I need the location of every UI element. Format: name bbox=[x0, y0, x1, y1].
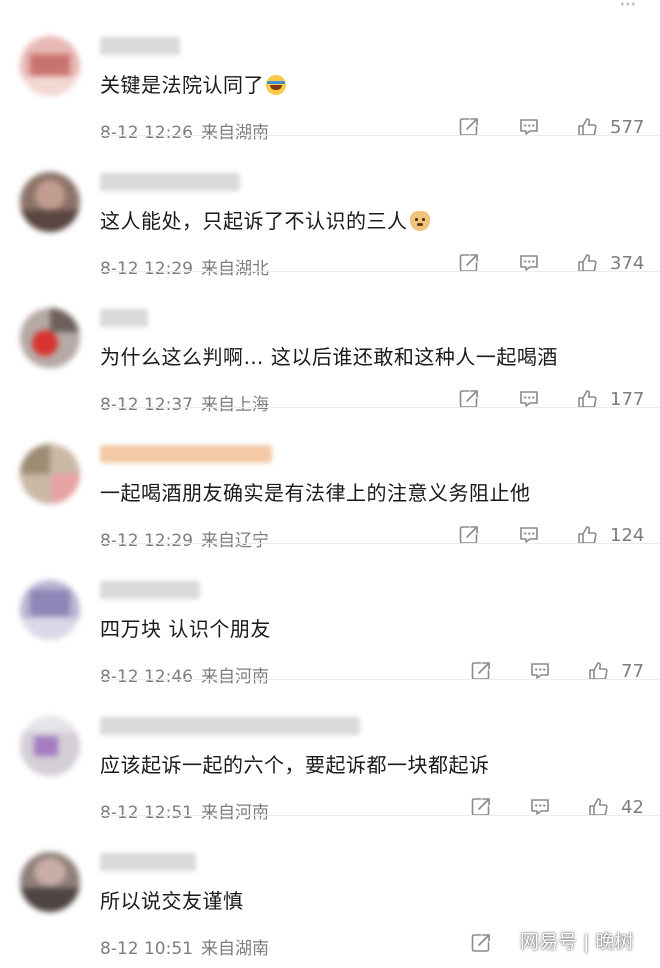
laugh-cry-emoji bbox=[266, 75, 286, 95]
comment-item: 关键是法院认同了 8-12 12:26 来自湖南 577 bbox=[0, 0, 660, 143]
avatar[interactable] bbox=[20, 172, 80, 232]
comment-item: 这人能处，只起诉了不认识的三人 8-12 12:29 来自湖北 374 bbox=[0, 136, 660, 279]
username[interactable] bbox=[100, 581, 200, 599]
comment-meta: 8-12 10:51 来自湖南 bbox=[100, 934, 269, 959]
comment-time: 8-12 10:51 bbox=[100, 939, 193, 959]
username[interactable] bbox=[100, 445, 272, 463]
doge-emoji bbox=[409, 211, 430, 231]
avatar[interactable] bbox=[20, 308, 80, 368]
username[interactable] bbox=[100, 37, 180, 55]
avatar[interactable] bbox=[20, 36, 80, 96]
watermark: 网易号 | 晚树 bbox=[520, 931, 634, 953]
avatar[interactable] bbox=[20, 580, 80, 640]
comment-item: 应该起诉一起的六个，要起诉都一块都起诉 8-12 12:51 来自河南 42 bbox=[0, 680, 660, 823]
comment-text: 四万块 认识个朋友 bbox=[100, 617, 271, 641]
comment-item: 四万块 认识个朋友 8-12 12:46 来自河南 77 bbox=[0, 544, 660, 687]
comment-text: 所以说交友谨慎 bbox=[100, 889, 244, 913]
username[interactable] bbox=[100, 853, 196, 871]
avatar[interactable] bbox=[20, 444, 80, 504]
comment-item: 一起喝酒朋友确实是有法律上的注意义务阻止他 8-12 12:29 来自辽宁 124 bbox=[0, 408, 660, 551]
username[interactable] bbox=[100, 309, 148, 327]
comment-item: 为什么这么判啊… 这以后谁还敢和这种人一起喝酒 8-12 12:37 来自上海 1… bbox=[0, 272, 660, 415]
share-button[interactable] bbox=[470, 931, 492, 955]
avatar[interactable] bbox=[20, 852, 80, 912]
avatar[interactable] bbox=[20, 716, 80, 776]
share-icon bbox=[470, 932, 492, 954]
comment-text: 关键是法院认同了 bbox=[100, 69, 286, 98]
username[interactable] bbox=[100, 173, 240, 191]
username[interactable] bbox=[100, 717, 360, 735]
comment-text: 一起喝酒朋友确实是有法律上的注意义务阻止他 bbox=[100, 481, 531, 505]
comment-location: 来自湖南 bbox=[200, 939, 269, 959]
comment-text: 这人能处，只起诉了不认识的三人 bbox=[100, 205, 430, 234]
comment-text: 应该起诉一起的六个，要起诉都一块都起诉 bbox=[100, 753, 490, 777]
comment-text: 为什么这么判啊… 这以后谁还敢和这种人一起喝酒 bbox=[100, 345, 558, 369]
